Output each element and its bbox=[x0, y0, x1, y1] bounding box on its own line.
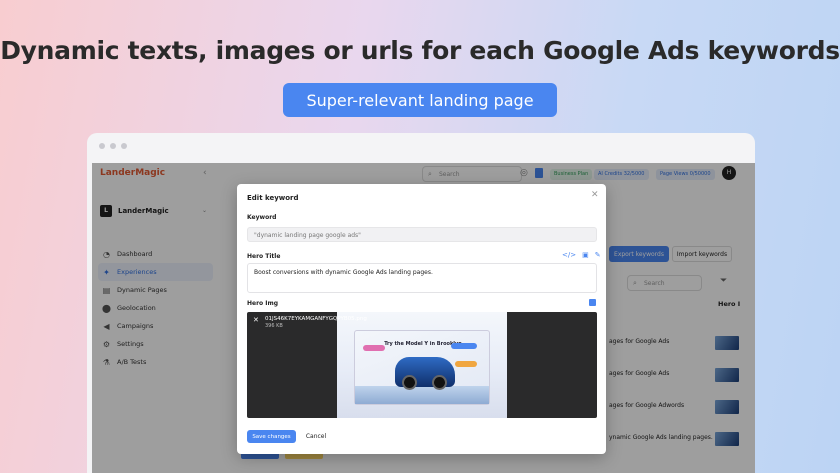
headline: Dynamic texts, images or urls for each G… bbox=[0, 36, 840, 65]
edit-keyword-modal: Edit keyword ✕ Keyword "dynamic landing … bbox=[237, 184, 606, 454]
hero-title-label: Hero Title bbox=[247, 253, 281, 260]
keyword-label: Keyword bbox=[247, 214, 277, 221]
image-icon[interactable]: ▣ bbox=[582, 251, 589, 259]
hero-title-tools: </> ▣ ✎ bbox=[562, 251, 601, 259]
cancel-button[interactable]: Cancel bbox=[302, 430, 330, 443]
magic-wand-icon[interactable]: ✎ bbox=[595, 251, 601, 259]
preview-sea bbox=[355, 386, 489, 404]
landing-page-pill: Super-relevant landing page bbox=[283, 83, 557, 117]
preview-bubble bbox=[363, 345, 385, 351]
file-name: 01JS46K7EYKAMGANFYGQPYB05.png bbox=[265, 316, 367, 322]
close-icon[interactable]: ✕ bbox=[591, 190, 599, 200]
hero-title-field[interactable]: Boost conversions with dynamic Google Ad… bbox=[247, 263, 597, 293]
preview-page: Try the Model Y in Brooklyn bbox=[354, 330, 490, 405]
preview-car bbox=[395, 357, 455, 390]
preview-image: Try the Model Y in Brooklyn bbox=[337, 312, 507, 418]
remove-file-icon[interactable]: ✕ bbox=[253, 316, 259, 324]
save-changes-button[interactable]: Save changes bbox=[247, 430, 296, 443]
window-dots bbox=[99, 143, 127, 149]
hero-img-preview[interactable]: Try the Model Y in Brooklyn ✕ 01JS46K7EY… bbox=[247, 312, 597, 418]
preview-bubble bbox=[455, 361, 477, 367]
keyword-field: "dynamic landing page google ads" bbox=[247, 227, 597, 242]
image-icon[interactable] bbox=[589, 299, 596, 306]
hero-img-label: Hero Img bbox=[247, 300, 279, 307]
modal-title: Edit keyword bbox=[247, 194, 299, 202]
file-size: 396 KB bbox=[265, 323, 283, 329]
preview-bubble bbox=[451, 343, 477, 349]
code-icon[interactable]: </> bbox=[562, 251, 576, 259]
